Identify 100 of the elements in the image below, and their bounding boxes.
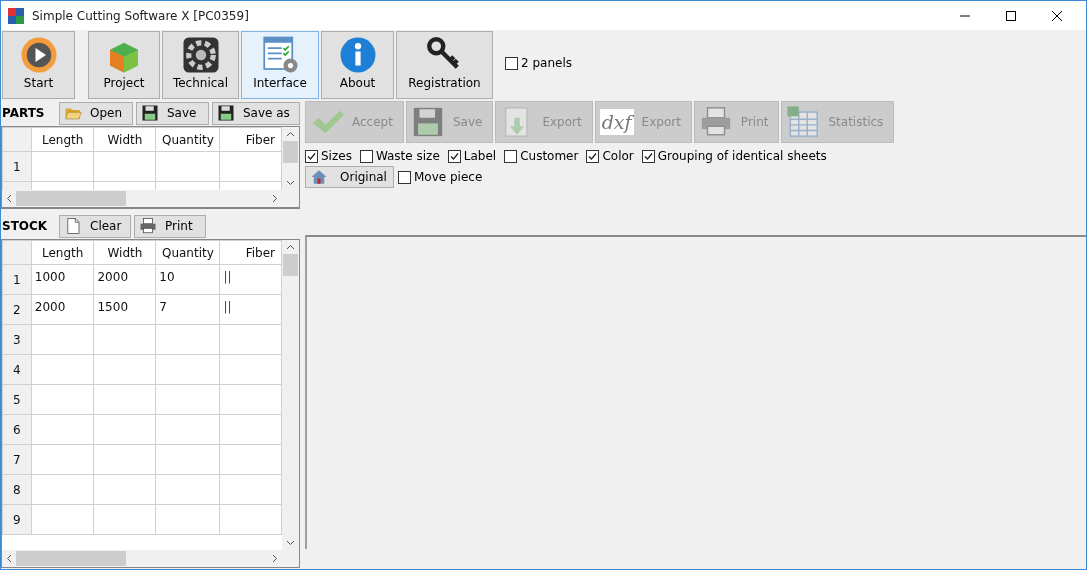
house-icon bbox=[310, 168, 328, 186]
table-cell[interactable]: 1500 bbox=[94, 294, 156, 325]
toolbar-button[interactable]: Clear bbox=[59, 214, 131, 238]
scrollbar-thumb[interactable] bbox=[16, 191, 126, 206]
toolbar-button[interactable]: Technical bbox=[162, 31, 239, 99]
checkbox[interactable] bbox=[359, 149, 373, 163]
toolbar-button[interactable]: Start bbox=[2, 31, 75, 99]
table-cell[interactable] bbox=[94, 324, 156, 355]
table-cell[interactable] bbox=[155, 151, 220, 182]
column-header: Width bbox=[94, 240, 156, 265]
table-cell[interactable] bbox=[94, 384, 156, 415]
scrollbar-thumb[interactable] bbox=[283, 254, 298, 276]
table-cell[interactable]: 7 bbox=[155, 294, 220, 325]
printer-icon bbox=[139, 217, 157, 235]
vertical-scrollbar[interactable] bbox=[282, 240, 299, 550]
table-cell[interactable]: 2000 bbox=[31, 294, 94, 325]
row-number: 3 bbox=[2, 324, 32, 355]
checkbox-label: Color bbox=[602, 149, 634, 163]
maximize-icon bbox=[1005, 9, 1017, 22]
table-cell[interactable] bbox=[220, 384, 282, 415]
checkbox-label: Sizes bbox=[321, 149, 352, 163]
table-cell[interactable] bbox=[220, 324, 282, 355]
table-cell[interactable] bbox=[94, 354, 156, 385]
toolbar-button[interactable]: About bbox=[321, 31, 394, 99]
window-title: Simple Cutting Software X [PC0359] bbox=[32, 8, 249, 23]
checkbox[interactable] bbox=[641, 149, 655, 163]
checkbox[interactable] bbox=[398, 170, 411, 184]
toolbar-button[interactable]: Save bbox=[136, 101, 209, 125]
table-cell[interactable] bbox=[220, 504, 282, 535]
table-cell[interactable] bbox=[155, 504, 220, 535]
horizontal-scrollbar[interactable] bbox=[2, 190, 282, 207]
cutting-canvas[interactable] bbox=[305, 235, 1086, 549]
checkbox[interactable] bbox=[505, 56, 518, 70]
checkbox[interactable] bbox=[447, 149, 461, 163]
toolbar-button[interactable]: Save as bbox=[212, 101, 300, 125]
table-cell[interactable] bbox=[220, 414, 282, 445]
table-cell[interactable] bbox=[220, 151, 282, 182]
column-header: Fiber bbox=[220, 240, 282, 265]
original-button[interactable]: Original bbox=[305, 166, 394, 188]
table-cell[interactable] bbox=[94, 151, 156, 182]
row-number: 8 bbox=[2, 474, 32, 505]
table-cell[interactable] bbox=[94, 414, 156, 445]
checkbox[interactable] bbox=[504, 149, 518, 163]
document-icon bbox=[64, 217, 82, 235]
section-title: STOCK bbox=[1, 219, 49, 233]
checkbox-label: Grouping of identical sheets bbox=[657, 149, 827, 163]
checkbox-label: Label bbox=[463, 149, 497, 163]
column-header: Quantity bbox=[155, 240, 220, 265]
row-number: 4 bbox=[2, 354, 32, 385]
table-cell[interactable] bbox=[94, 504, 156, 535]
table-cell[interactable] bbox=[31, 444, 94, 475]
table-cell[interactable] bbox=[155, 324, 220, 355]
table-cell[interactable] bbox=[31, 474, 94, 505]
row-number: 2 bbox=[2, 294, 32, 325]
table-cell[interactable]: 2000 bbox=[94, 264, 156, 295]
table-cell[interactable]: 1000 bbox=[31, 264, 94, 295]
checkbox[interactable] bbox=[305, 149, 318, 163]
horizontal-scrollbar[interactable] bbox=[2, 550, 282, 567]
row-number: 6 bbox=[2, 414, 32, 445]
table-cell[interactable]: 10 bbox=[155, 264, 220, 295]
table-cell[interactable] bbox=[31, 504, 94, 535]
column-header: Length bbox=[31, 127, 94, 152]
checkbox[interactable] bbox=[586, 149, 600, 163]
table-cell[interactable] bbox=[155, 354, 220, 385]
vertical-scrollbar[interactable] bbox=[282, 127, 299, 190]
table-cell[interactable] bbox=[31, 354, 94, 385]
toolbar-button[interactable]: Interface bbox=[241, 31, 319, 99]
scrollbar-thumb[interactable] bbox=[16, 551, 126, 566]
table-cell[interactable] bbox=[31, 151, 94, 182]
table-cell[interactable] bbox=[94, 474, 156, 505]
checkbox-label: Customer bbox=[520, 149, 579, 163]
table-cell[interactable]: || bbox=[220, 294, 282, 325]
table-cell[interactable]: || bbox=[220, 264, 282, 295]
row-number: 1 bbox=[2, 264, 32, 295]
table-cell[interactable] bbox=[220, 354, 282, 385]
table-cell[interactable] bbox=[31, 384, 94, 415]
table-cell[interactable] bbox=[31, 414, 94, 445]
table-cell[interactable] bbox=[155, 474, 220, 505]
toolbar-button[interactable]: Open bbox=[59, 101, 133, 125]
table-cell[interactable] bbox=[155, 384, 220, 415]
section-title: PARTS bbox=[1, 106, 46, 120]
table-cell[interactable] bbox=[31, 324, 94, 355]
column-header: Length bbox=[31, 240, 94, 265]
row-number: 9 bbox=[2, 504, 32, 535]
toolbar-button[interactable]: Registration bbox=[396, 31, 493, 99]
scrollbar-thumb[interactable] bbox=[283, 141, 298, 163]
checkbox-label: Waste size bbox=[375, 149, 440, 163]
table-cell[interactable] bbox=[220, 444, 282, 475]
table-cell[interactable] bbox=[155, 444, 220, 475]
toolbar-button[interactable]: Project bbox=[88, 31, 160, 99]
checkbox-label: 2 panels bbox=[521, 56, 572, 70]
close-icon bbox=[1051, 9, 1063, 22]
toolbar-button[interactable]: Print bbox=[134, 214, 206, 238]
table-cell[interactable] bbox=[220, 474, 282, 505]
checkbox-label: Move piece bbox=[414, 170, 483, 184]
table-cell[interactable] bbox=[155, 414, 220, 445]
app-icon bbox=[8, 7, 24, 24]
row-number: 7 bbox=[2, 444, 32, 475]
table-cell[interactable] bbox=[94, 444, 156, 475]
column-header: Width bbox=[94, 127, 156, 152]
